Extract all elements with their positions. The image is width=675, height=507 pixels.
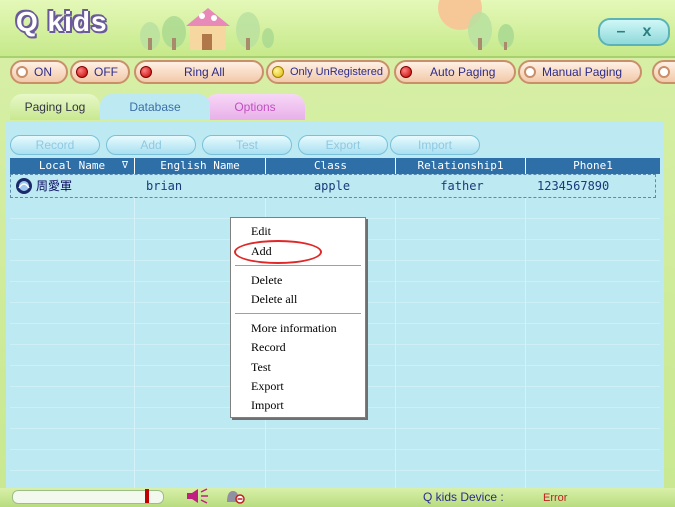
on-button[interactable]: ON (10, 60, 68, 84)
status-dot-icon (524, 66, 536, 78)
sort-icon: ∇ (121, 160, 128, 171)
menu-item-more-information[interactable]: More information (251, 321, 337, 336)
auto-paging-button[interactable]: Auto Paging (394, 60, 516, 84)
volume-slider-knob[interactable] (145, 489, 149, 503)
speaker-icon[interactable] (186, 488, 210, 504)
status-dot-icon (658, 66, 670, 78)
device-status: Error (543, 492, 568, 504)
cell-local-name: 周愛軍 (11, 175, 136, 197)
menu-item-record[interactable]: Record (251, 340, 286, 355)
cell-phone: 1234567890 (537, 179, 610, 193)
table-row[interactable]: 周愛軍 brian apple father 1234567890 (10, 174, 656, 198)
bell-icon[interactable] (222, 488, 246, 504)
test-button[interactable]: Test (202, 135, 292, 155)
app-window: Q kids – x ON OFF Ring All Only UnRegist… (0, 0, 675, 507)
menu-item-test[interactable]: Test (251, 360, 271, 375)
status-dot-icon (140, 66, 152, 78)
status-dot-icon (76, 66, 88, 78)
cell-class: apple (313, 179, 351, 193)
overflow-button[interactable] (652, 60, 675, 84)
column-header-local-name[interactable]: Local Name ∇ (10, 158, 135, 174)
off-button[interactable]: OFF (70, 60, 130, 84)
context-menu: Edit Add Delete Delete all More informat… (230, 217, 366, 418)
tab-strip: Paging Log Options Database (0, 94, 675, 122)
highlight-ring (234, 240, 322, 264)
import-button[interactable]: Import (390, 135, 480, 155)
tab-options[interactable]: Options (205, 94, 305, 120)
window-minimize-icon[interactable]: – (610, 23, 632, 41)
export-button[interactable]: Export (298, 135, 388, 155)
window-controls: – x (598, 18, 670, 46)
menu-item-delete[interactable]: Delete (251, 273, 282, 288)
only-unregistered-button[interactable]: Only UnRegistered (266, 60, 390, 84)
menu-separator (235, 313, 361, 315)
menu-item-export[interactable]: Export (251, 379, 284, 394)
cell-relationship: father (440, 179, 484, 193)
app-logo: Q kids (16, 6, 108, 37)
status-dot-icon (272, 66, 284, 78)
house-trees-decoration (140, 8, 274, 50)
tab-paging-log[interactable]: Paging Log (10, 94, 100, 120)
menu-item-delete-all[interactable]: Delete all (251, 292, 297, 307)
menu-separator (235, 265, 361, 267)
tab-database[interactable]: Database (100, 94, 210, 120)
device-label: Q kids Device : (423, 490, 504, 504)
volume-slider[interactable] (12, 489, 164, 504)
cell-english-name: brian (146, 179, 183, 193)
paging-toolbar: ON OFF Ring All Only UnRegistered Auto P… (0, 60, 675, 88)
record-button[interactable]: Record (10, 135, 100, 155)
status-bar: Q kids Device : Error (0, 488, 675, 507)
column-header-phone[interactable]: Phone1 (526, 158, 660, 174)
ring-all-button[interactable]: Ring All (134, 60, 264, 84)
add-button[interactable]: Add (106, 135, 196, 155)
headset-icon (16, 178, 32, 194)
status-dot-icon (400, 66, 412, 78)
menu-item-import[interactable]: Import (251, 398, 284, 413)
menu-item-edit[interactable]: Edit (251, 224, 271, 239)
title-bar: Q kids – x (0, 0, 675, 58)
manual-paging-button[interactable]: Manual Paging (518, 60, 642, 84)
status-dot-icon (16, 66, 28, 78)
sun-trees-decoration (438, 0, 514, 50)
table-header: Local Name ∇ English Name Class Relation… (10, 158, 660, 174)
column-header-class[interactable]: Class (266, 158, 396, 174)
window-close-icon[interactable]: x (636, 23, 658, 41)
column-header-english-name[interactable]: English Name (135, 158, 266, 174)
column-header-relationship[interactable]: Relationship1 (396, 158, 526, 174)
